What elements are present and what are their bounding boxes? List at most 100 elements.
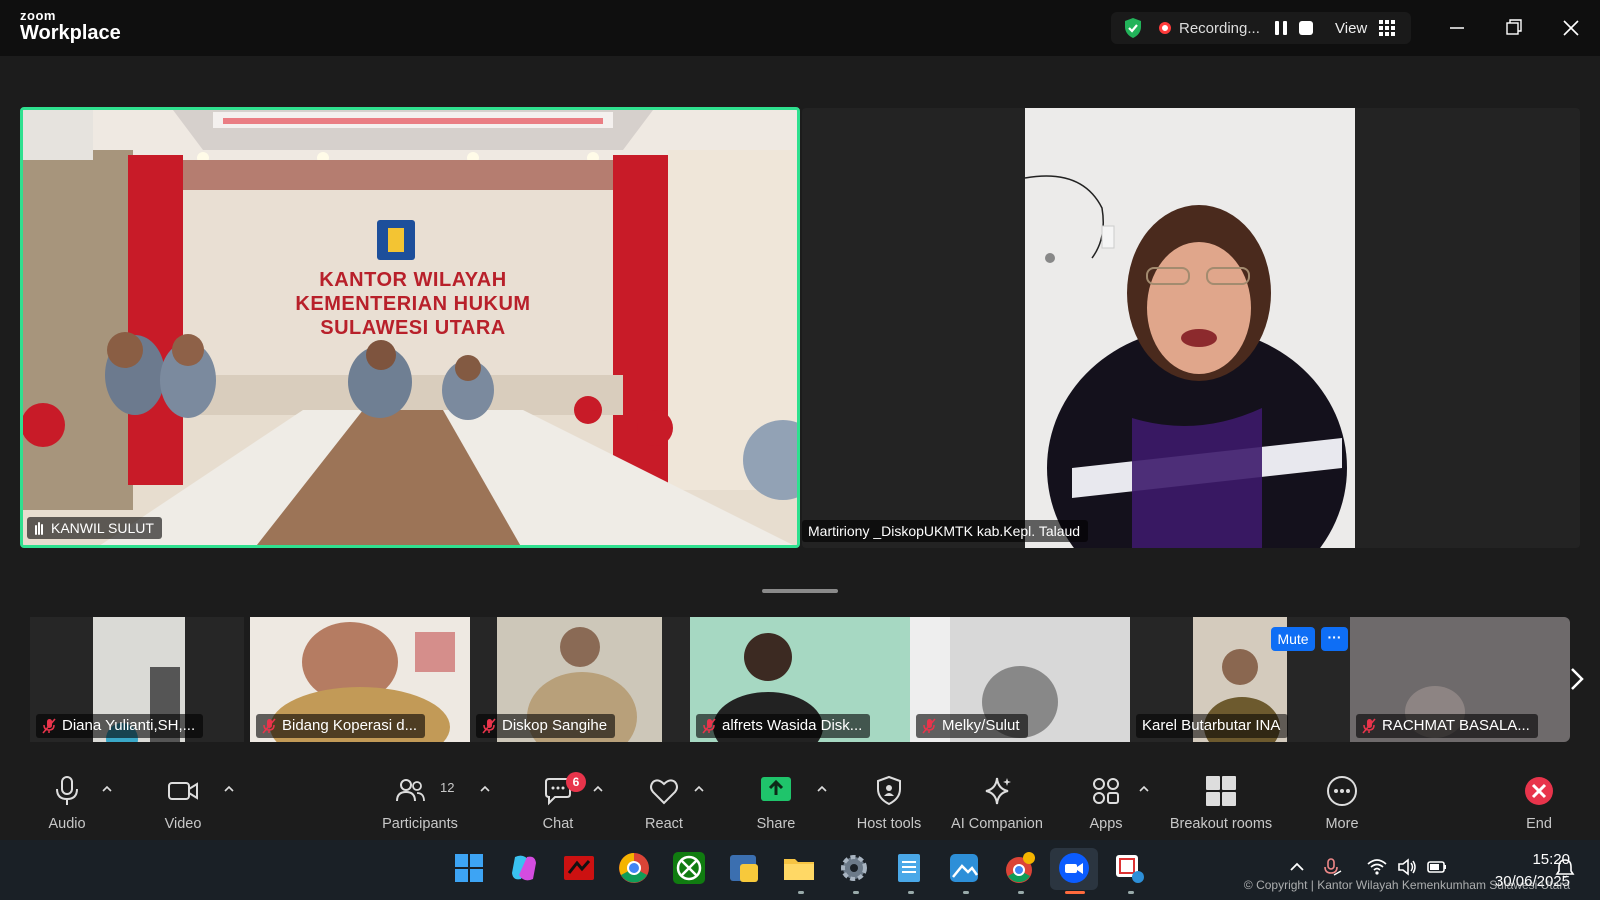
participant-name: RACHMAT BASALA... — [1382, 717, 1530, 734]
video-camera-icon — [168, 782, 198, 800]
heart-icon — [650, 779, 678, 805]
thumbnail-tile[interactable]: Bidang Koperasi d... — [250, 617, 470, 742]
chat-label: Chat — [542, 816, 574, 832]
snipping-tool-icon[interactable] — [1112, 851, 1146, 885]
more-button[interactable]: More — [1311, 774, 1373, 836]
participant-name: Karel Butarbutar INA — [1142, 717, 1281, 734]
running-indicator — [1018, 891, 1024, 894]
share-options-chevron-icon[interactable] — [816, 784, 828, 794]
host-tools-button[interactable]: Host tools — [849, 774, 929, 836]
muted-mic-icon — [1362, 718, 1376, 734]
react-button[interactable]: React — [636, 774, 692, 836]
view-grid-icon[interactable] — [1379, 20, 1395, 36]
room-sign-line1: KANTOR WILAYAH — [319, 269, 507, 291]
notepad-icon[interactable] — [892, 851, 926, 885]
next-page-chevron-icon[interactable] — [1567, 664, 1587, 694]
participants-icon — [396, 779, 426, 802]
running-indicator — [798, 891, 804, 894]
volume-icon[interactable] — [1396, 856, 1418, 878]
audio-options-chevron-icon[interactable] — [101, 784, 113, 794]
participant-name: Martiriony _DiskopUKMTK kab.Kepl. Talaud — [808, 523, 1081, 539]
encryption-shield-icon[interactable] — [1121, 16, 1145, 40]
thumbnail-tile[interactable]: Diskop Sangihe — [470, 617, 692, 742]
host-shield-icon — [877, 775, 901, 806]
chrome-profile-icon[interactable] — [1002, 851, 1036, 885]
ai-companion-button[interactable]: AI Companion — [944, 774, 1050, 836]
video-label: Video — [164, 816, 202, 832]
close-icon[interactable] — [1557, 14, 1585, 42]
apps-label: Apps — [1089, 816, 1123, 832]
video-options-chevron-icon[interactable] — [223, 784, 235, 794]
resize-handle[interactable] — [762, 589, 838, 593]
pause-recording-icon[interactable] — [1271, 19, 1291, 37]
recording-status: Recording... — [1179, 20, 1260, 37]
stop-recording-icon[interactable] — [1297, 19, 1315, 37]
notifications-bell-icon[interactable] — [1554, 857, 1576, 879]
running-indicator — [963, 891, 969, 894]
muted-mic-icon — [922, 718, 936, 734]
thumbnail-tile[interactable]: Melky/Sulut — [910, 617, 1130, 742]
audio-button[interactable]: Audio — [36, 774, 98, 836]
apps-button[interactable]: Apps — [1076, 774, 1136, 836]
participant-name: KANWIL SULUT — [51, 520, 154, 536]
share-button[interactable]: Share — [746, 774, 806, 836]
zoom-app-icon[interactable] — [1057, 851, 1091, 885]
video-tile-martiriony[interactable]: Martiriony _DiskopUKMTK kab.Kepl. Talaud — [802, 108, 1580, 548]
apps-icon — [1093, 778, 1119, 804]
breakout-rooms-button[interactable]: Breakout rooms — [1163, 774, 1279, 836]
video-tile-kanwil-sulut[interactable]: KANTOR WILAYAH KEMENTERIAN HUKUM SULAWES… — [20, 107, 800, 548]
participants-button[interactable]: 12 Participants — [372, 774, 468, 836]
room-sign: KANTOR WILAYAH KEMENTERIAN HUKUM SULAWES… — [263, 268, 563, 340]
file-explorer-icon[interactable] — [782, 851, 816, 885]
active-indicator — [1065, 891, 1085, 894]
end-meeting-button[interactable]: End — [1509, 774, 1569, 836]
thumbnail-tile[interactable]: Karel Butarbutar INA — [1130, 617, 1350, 742]
thumbnail-tile[interactable]: alfrets Wasida Disk... — [690, 617, 910, 742]
participant-more-button[interactable]: ··· — [1321, 627, 1348, 651]
battery-icon[interactable] — [1426, 856, 1448, 878]
react-options-chevron-icon[interactable] — [693, 784, 705, 794]
more-label: More — [1325, 816, 1359, 832]
muted-mic-icon — [262, 718, 276, 734]
copilot-icon[interactable] — [507, 851, 541, 885]
windows-start-icon[interactable] — [452, 851, 486, 885]
settings-gear-icon[interactable] — [837, 851, 871, 885]
running-indicator — [908, 891, 914, 894]
raised-hand-icon — [35, 522, 43, 535]
python-icon[interactable] — [727, 851, 761, 885]
end-label: End — [1526, 816, 1552, 832]
participants-options-chevron-icon[interactable] — [479, 784, 491, 794]
share-screen-icon — [761, 777, 791, 801]
participant-name-tag: KANWIL SULUT — [27, 517, 162, 539]
breakout-rooms-label: Breakout rooms — [1169, 816, 1273, 832]
running-indicator — [1128, 891, 1134, 894]
participant-name: Melky/Sulut — [942, 717, 1020, 734]
mute-participant-button[interactable]: Mute — [1271, 627, 1315, 651]
video-button[interactable]: Video — [152, 774, 214, 836]
participant-name-tag: alfrets Wasida Disk... — [696, 714, 871, 738]
chat-options-chevron-icon[interactable] — [592, 784, 604, 794]
title-bar: zoom Workplace Recording... View — [0, 0, 1600, 56]
mic-in-use-icon[interactable] — [1320, 856, 1342, 878]
audio-label: Audio — [48, 816, 86, 832]
ai-companion-label: AI Companion — [951, 816, 1043, 832]
participant-name-tag: Bidang Koperasi d... — [256, 714, 426, 738]
restore-icon[interactable] — [1500, 14, 1528, 42]
photos-icon[interactable] — [947, 851, 981, 885]
apps-options-chevron-icon[interactable] — [1138, 784, 1150, 794]
chat-button[interactable]: 6 Chat — [531, 772, 586, 836]
app-red-icon[interactable] — [562, 851, 596, 885]
chrome-icon[interactable] — [617, 851, 651, 885]
wifi-icon[interactable] — [1366, 856, 1388, 878]
room-sign-line2: KEMENTERIAN HUKUM — [295, 293, 531, 315]
room-sign-line3: SULAWESI UTARA — [320, 317, 506, 339]
participant-name-tag: Martiriony _DiskopUKMTK kab.Kepl. Talaud — [802, 520, 1089, 542]
minimize-icon[interactable] — [1443, 14, 1471, 42]
react-label: React — [645, 816, 683, 832]
thumbnail-tile[interactable]: Diana Yulianti,SH,... — [30, 617, 244, 742]
participant-name: alfrets Wasida Disk... — [722, 717, 863, 734]
thumbnail-tile[interactable]: RACHMAT BASALA... — [1350, 617, 1570, 742]
view-button[interactable]: View — [1335, 20, 1367, 37]
xbox-icon[interactable] — [672, 851, 706, 885]
show-hidden-icons-chevron-icon[interactable] — [1286, 856, 1308, 878]
